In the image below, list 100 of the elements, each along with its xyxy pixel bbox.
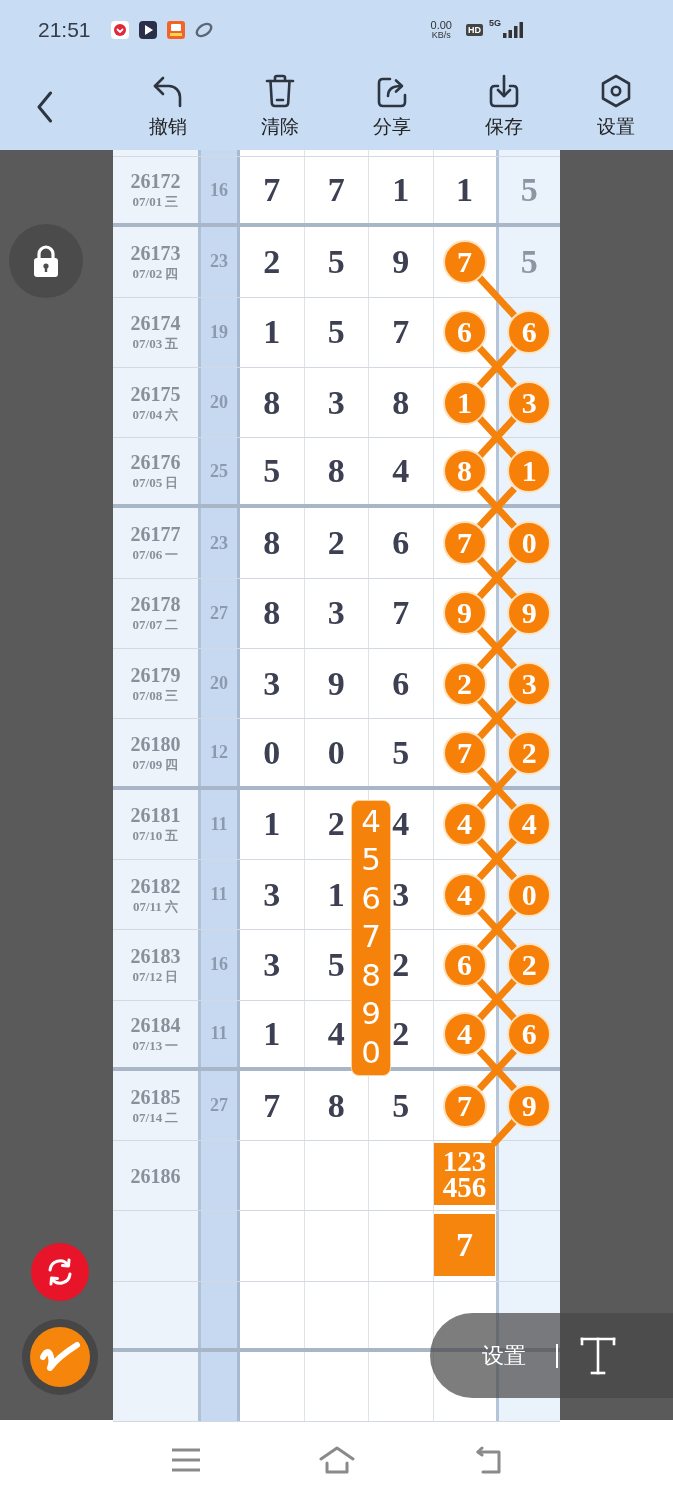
- undo-icon: [152, 74, 184, 108]
- app-tile-icon: [166, 21, 185, 39]
- number-ball: 4: [442, 1011, 487, 1056]
- cross-connector: [476, 415, 517, 459]
- network-type: 5G: [489, 18, 501, 28]
- number-tile: 123 456: [434, 1143, 495, 1206]
- network-speed: 0.00: [430, 20, 452, 30]
- settings-icon: [600, 74, 632, 108]
- number-ball: 6: [507, 310, 552, 355]
- number-ball: 9: [442, 591, 487, 636]
- digit-cell: 5: [498, 157, 560, 224]
- number-ball: 7: [442, 1083, 487, 1128]
- cross-connector: [476, 697, 517, 740]
- digit-strip: 4567890: [351, 799, 391, 1076]
- play-app-icon: [138, 21, 157, 39]
- cross-connector: [476, 556, 517, 600]
- number-ball: 4: [442, 802, 487, 847]
- number-ball: 4: [442, 872, 487, 917]
- issue-number: 26178: [130, 594, 181, 615]
- number-tile: 7: [434, 1213, 495, 1276]
- number-ball: 7: [442, 239, 487, 284]
- draw-date: 07/10 五: [132, 828, 179, 844]
- cross-connector: [476, 1048, 517, 1092]
- number-ball: 3: [507, 661, 552, 706]
- issue-number: 26182: [130, 875, 181, 896]
- connector-line: [490, 1118, 517, 1147]
- number-ball: 7: [442, 730, 487, 775]
- issue-number: 26173: [130, 242, 181, 263]
- issue-number: 26175: [130, 383, 181, 404]
- draw-date: 07/12 日: [132, 968, 179, 984]
- number-ball: 6: [442, 310, 487, 355]
- back-icon[interactable]: [36, 91, 53, 123]
- hd-badge: HD: [466, 24, 483, 36]
- text-tool-icon[interactable]: [580, 1335, 616, 1376]
- sum-cell: 16: [201, 157, 240, 224]
- menu-icon[interactable]: [170, 1446, 201, 1474]
- draw-date: 07/01 三: [132, 194, 179, 210]
- issue-number: 26181: [130, 805, 181, 826]
- sum-cell: 27: [201, 578, 240, 649]
- issue-number: 26177: [130, 524, 181, 545]
- refresh-button[interactable]: [31, 1243, 89, 1301]
- number-ball: 3: [507, 380, 552, 425]
- home-icon[interactable]: [318, 1446, 355, 1474]
- issue-number: 26184: [130, 1014, 181, 1035]
- logo-icon: [30, 1327, 90, 1387]
- digit-cell: 5: [498, 227, 560, 297]
- number-ball: 0: [507, 521, 552, 566]
- cross-connector: [476, 486, 517, 529]
- issue-number: 26183: [130, 945, 181, 966]
- settings-button[interactable]: 设置: [482, 1340, 526, 1371]
- sum-cell: 19: [201, 297, 240, 367]
- draw-date: 07/09 四: [132, 756, 179, 772]
- lock-icon: [31, 244, 61, 278]
- issue-number: 26179: [130, 664, 181, 685]
- number-ball: 1: [507, 449, 552, 494]
- cross-connector: [476, 907, 517, 951]
- sum-cell: 12: [201, 719, 240, 786]
- number-ball: 2: [507, 730, 552, 775]
- connector-line: [476, 275, 517, 318]
- number-ball: 6: [442, 942, 487, 987]
- number-ball: 2: [442, 661, 487, 706]
- ring-icon: [194, 21, 213, 39]
- issue-number: 26172: [130, 171, 181, 192]
- issue-number: 26174: [130, 313, 181, 334]
- draw-date: 07/03 五: [132, 336, 179, 352]
- issue-number: 26176: [130, 452, 181, 473]
- issue-number: 26185: [130, 1086, 181, 1107]
- cross-connector: [476, 767, 517, 811]
- sum-cell: 23: [201, 508, 240, 578]
- number-ball: 6: [507, 1011, 552, 1056]
- draw-date: 07/04 六: [132, 406, 179, 422]
- status-time: 21:51: [38, 18, 91, 42]
- toolbar-button[interactable]: 清除: [224, 60, 336, 150]
- toolbar-button[interactable]: 保存: [448, 60, 560, 150]
- sum-cell: 20: [201, 649, 240, 719]
- app-badge-icon: [110, 21, 129, 39]
- toolbar-button[interactable]: 撤销: [112, 60, 224, 150]
- number-ball: 9: [507, 591, 552, 636]
- draw-date: 07/06 一: [132, 547, 179, 563]
- number-ball: 7: [442, 521, 487, 566]
- issue-number: 26180: [130, 733, 181, 754]
- sum-cell: 11: [201, 789, 240, 859]
- number-ball: 8: [442, 449, 487, 494]
- draw-date: 07/13 一: [132, 1037, 179, 1053]
- toolbar-button[interactable]: 分享: [336, 60, 448, 150]
- trash-icon: [264, 74, 296, 108]
- draw-date: 07/05 日: [132, 475, 179, 491]
- toolbar-button[interactable]: 设置: [560, 60, 672, 150]
- sum-cell: 11: [201, 1000, 240, 1067]
- cross-connector: [476, 837, 517, 881]
- draw-date: 07/02 四: [132, 265, 179, 281]
- cross-connector: [476, 345, 517, 389]
- draw-date: 07/14 二: [132, 1109, 179, 1125]
- sum-cell: 25: [201, 438, 240, 505]
- sum-cell: 11: [201, 859, 240, 930]
- download-icon: [488, 74, 520, 108]
- issue-number: 26186: [130, 1165, 181, 1186]
- sum-cell: 16: [201, 930, 240, 1000]
- number-ball: 2: [507, 942, 552, 987]
- draw-date: 07/07 二: [132, 617, 179, 633]
